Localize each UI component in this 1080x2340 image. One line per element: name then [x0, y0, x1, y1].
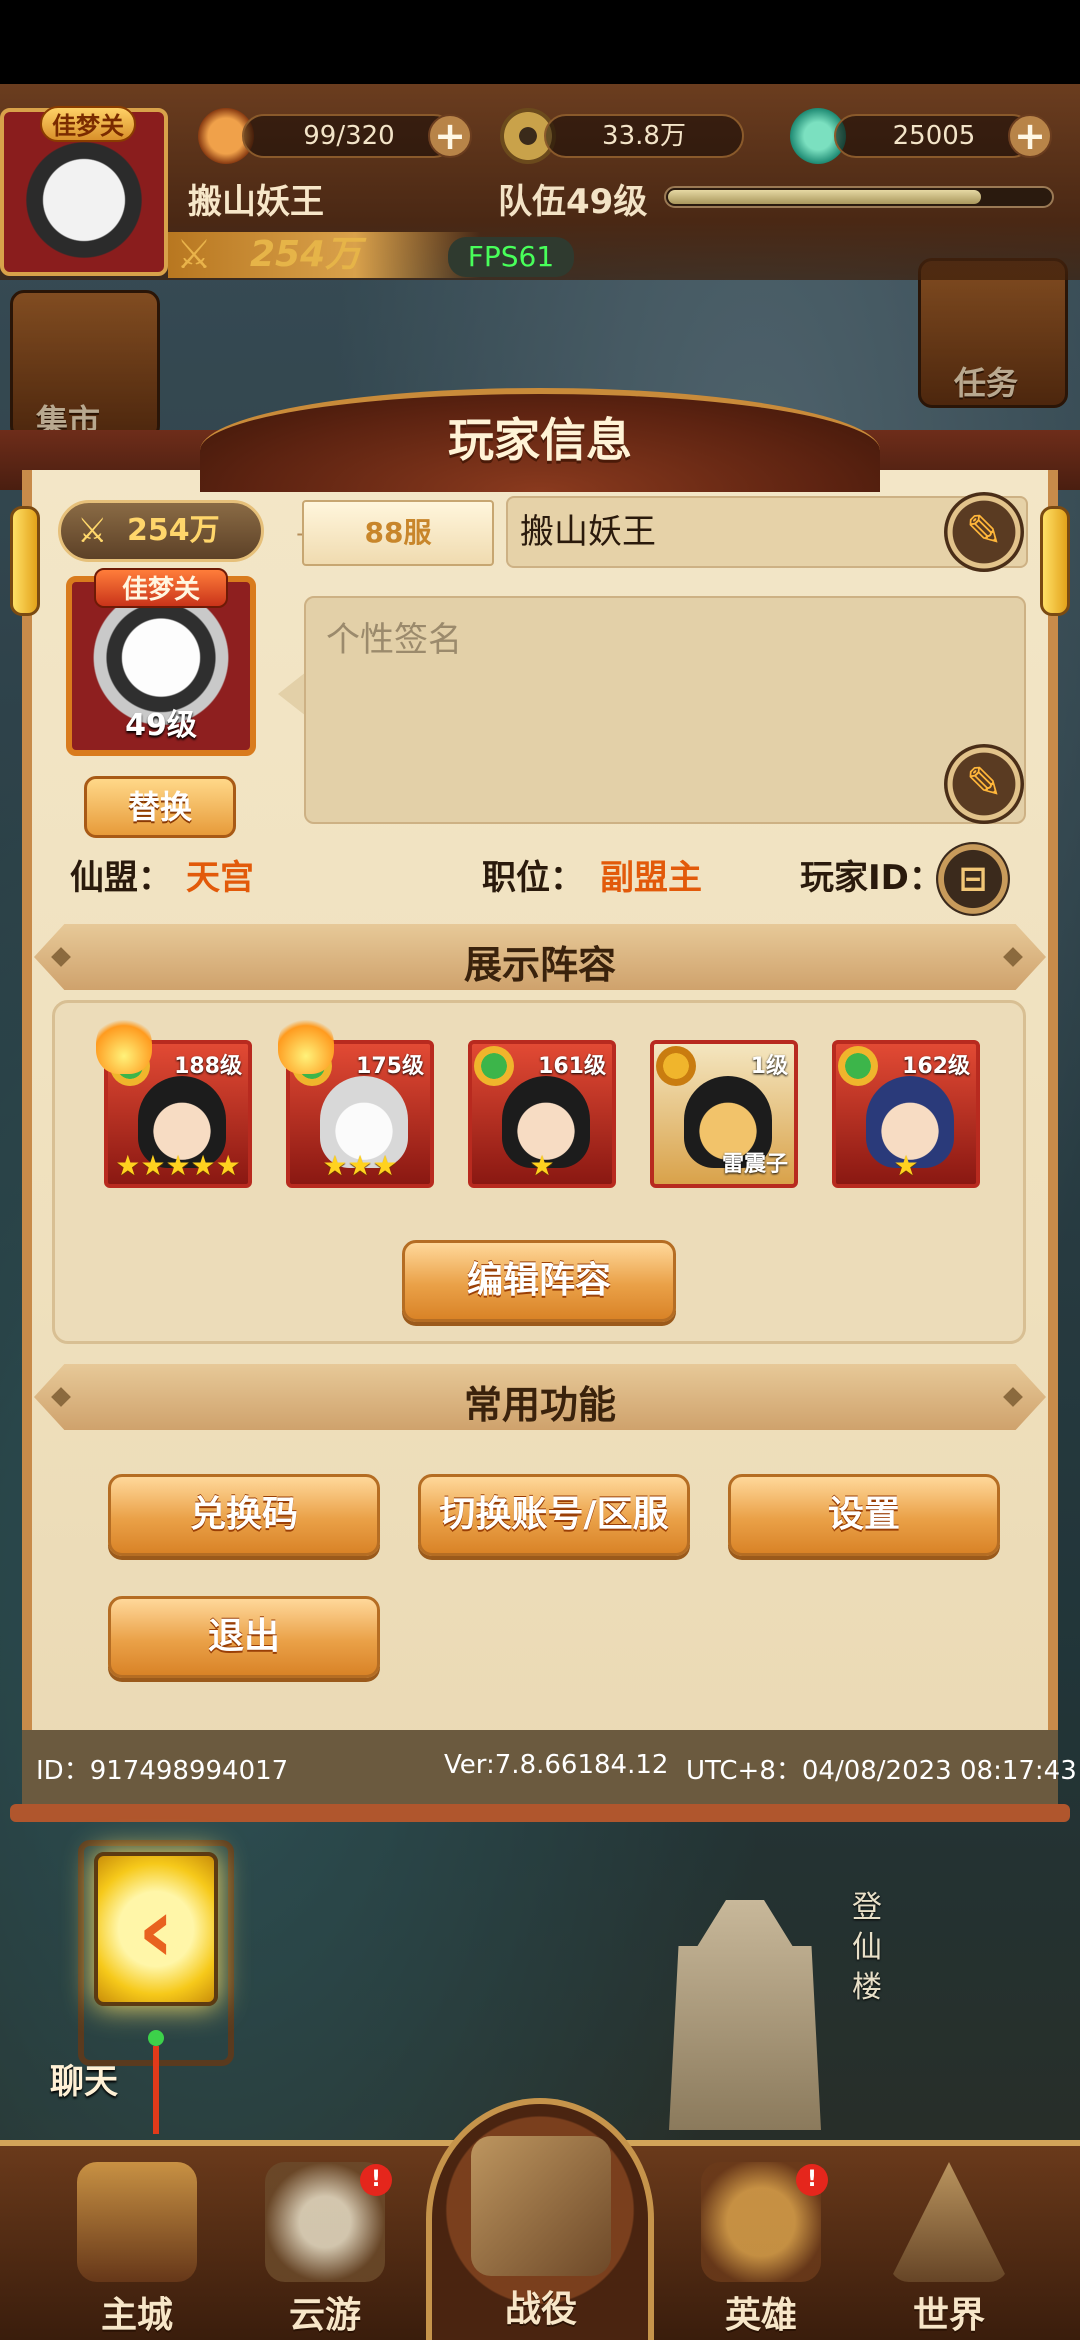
gems-value: 25005 [834, 114, 1034, 158]
edit-signature-brush-icon[interactable]: ✎ [944, 744, 1024, 824]
hero-stars: ★★★ [322, 1149, 398, 1182]
hero-card[interactable]: 162级 ★ [832, 1040, 980, 1188]
swords-icon: ⚔ [176, 232, 212, 278]
stamina-value: 99/320 [242, 114, 456, 158]
red-cord [153, 2046, 159, 2134]
position-label: 职位： [482, 858, 584, 898]
hud-power: 254万 [168, 232, 480, 278]
left-scroll-knob [10, 506, 40, 616]
position-value: 副盟主 [600, 858, 702, 898]
functions-title: 常用功能 [463, 1383, 616, 1427]
player-id-label: 玩家ID： [800, 858, 943, 898]
signature-field[interactable]: 个性签名 [304, 596, 1026, 824]
palace-icon [77, 2162, 197, 2282]
switch-account-button[interactable]: 切换账号/区服 [418, 1474, 690, 1556]
portrait-level: 49级 [125, 708, 197, 743]
nav-main-city-label: 主城 [100, 2295, 173, 2336]
swap-portrait-button[interactable]: 替换 [84, 776, 236, 838]
travel-badge: ! [360, 2164, 392, 2196]
footer-time: UTC+8：04/08/2023 08:17:43 [686, 1756, 1077, 1786]
alliance-value: 天宫 [186, 858, 254, 898]
power-pill: ⚔ 254万 [58, 500, 264, 562]
hero-name: 雷震子 [721, 1152, 788, 1177]
flame-icon [96, 1014, 152, 1074]
flame-icon [278, 1014, 334, 1074]
hero-level: 162级 [902, 1054, 970, 1079]
heroes-badge: ! [796, 2164, 828, 2196]
panel-title: 玩家信息 [448, 413, 632, 467]
panel-bottom-rail [10, 1804, 1070, 1822]
hero-faction-icon [474, 1046, 514, 1086]
footer-id: ID：917498994017 [36, 1756, 289, 1786]
settings-button[interactable]: 设置 [728, 1474, 1000, 1556]
fps-counter: FPS61 [448, 237, 574, 277]
edit-name-brush-icon[interactable]: ✎ [944, 492, 1024, 572]
nav-main-city[interactable]: 主城 [52, 2146, 222, 2336]
edit-lineup-button[interactable]: 编辑阵容 [402, 1240, 676, 1322]
logout-button[interactable]: 退出 [108, 1596, 380, 1678]
tower-label: 登仙楼 [852, 1890, 882, 2005]
hero-faction-icon [838, 1046, 878, 1086]
mountain-icon [889, 2162, 1009, 2282]
back-arrow-button[interactable]: ‹ [94, 1852, 218, 2006]
avatar-title-tag: 佳梦关 [40, 106, 136, 142]
right-scroll-knob [1040, 506, 1070, 616]
nav-battle-label: 战役 [504, 2289, 577, 2330]
add-stamina-button[interactable]: + [428, 114, 472, 158]
hero-level: 188级 [174, 1054, 242, 1079]
hud-player-name: 搬山妖王 [188, 182, 324, 222]
team-level: 队伍49级 [498, 182, 648, 222]
power-swords-icon: ⚔ [77, 511, 108, 551]
redeem-code-button[interactable]: 兑换码 [108, 1474, 380, 1556]
copy-id-icon[interactable]: ⊟ [936, 842, 1010, 916]
alliance-label: 仙盟： [70, 858, 172, 898]
nav-travel-label: 云游 [288, 2295, 361, 2336]
nav-heroes-label: 英雄 [724, 2295, 797, 2336]
nav-battle[interactable]: 战役 [456, 2120, 626, 2330]
team-exp-fill [668, 190, 981, 204]
status-dot [148, 2030, 164, 2046]
power-value: 254万 [127, 513, 220, 548]
gold-value: 33.8万 [544, 114, 744, 158]
hero-card[interactable]: 1级 雷震子 [650, 1040, 798, 1188]
hero-stars: ★★★★★ [115, 1149, 241, 1182]
hero-level: 1级 [750, 1054, 788, 1079]
signature-bubble-tail [278, 672, 306, 716]
chat-label[interactable]: 聊天 [50, 2054, 118, 2103]
hero-level: 175级 [356, 1054, 424, 1079]
lineup-title: 展示阵容 [463, 943, 616, 987]
nav-world-label: 世界 [912, 2295, 985, 2336]
hero-card[interactable]: 161级 ★ [468, 1040, 616, 1188]
crossed-swords-icon [471, 2136, 611, 2276]
hero-level: 161级 [538, 1054, 606, 1079]
footer-version: Ver:7.8.66184.12 [444, 1750, 669, 1780]
hero-stars: ★ [529, 1149, 555, 1182]
nav-world[interactable]: 世界 [864, 2146, 1034, 2336]
hero-faction-icon [656, 1046, 696, 1086]
add-gems-button[interactable]: + [1008, 114, 1052, 158]
hero-stars: ★ [893, 1149, 919, 1182]
portrait-title-tag: 佳梦关 [94, 568, 228, 608]
server-badge: 88服 [302, 500, 494, 566]
